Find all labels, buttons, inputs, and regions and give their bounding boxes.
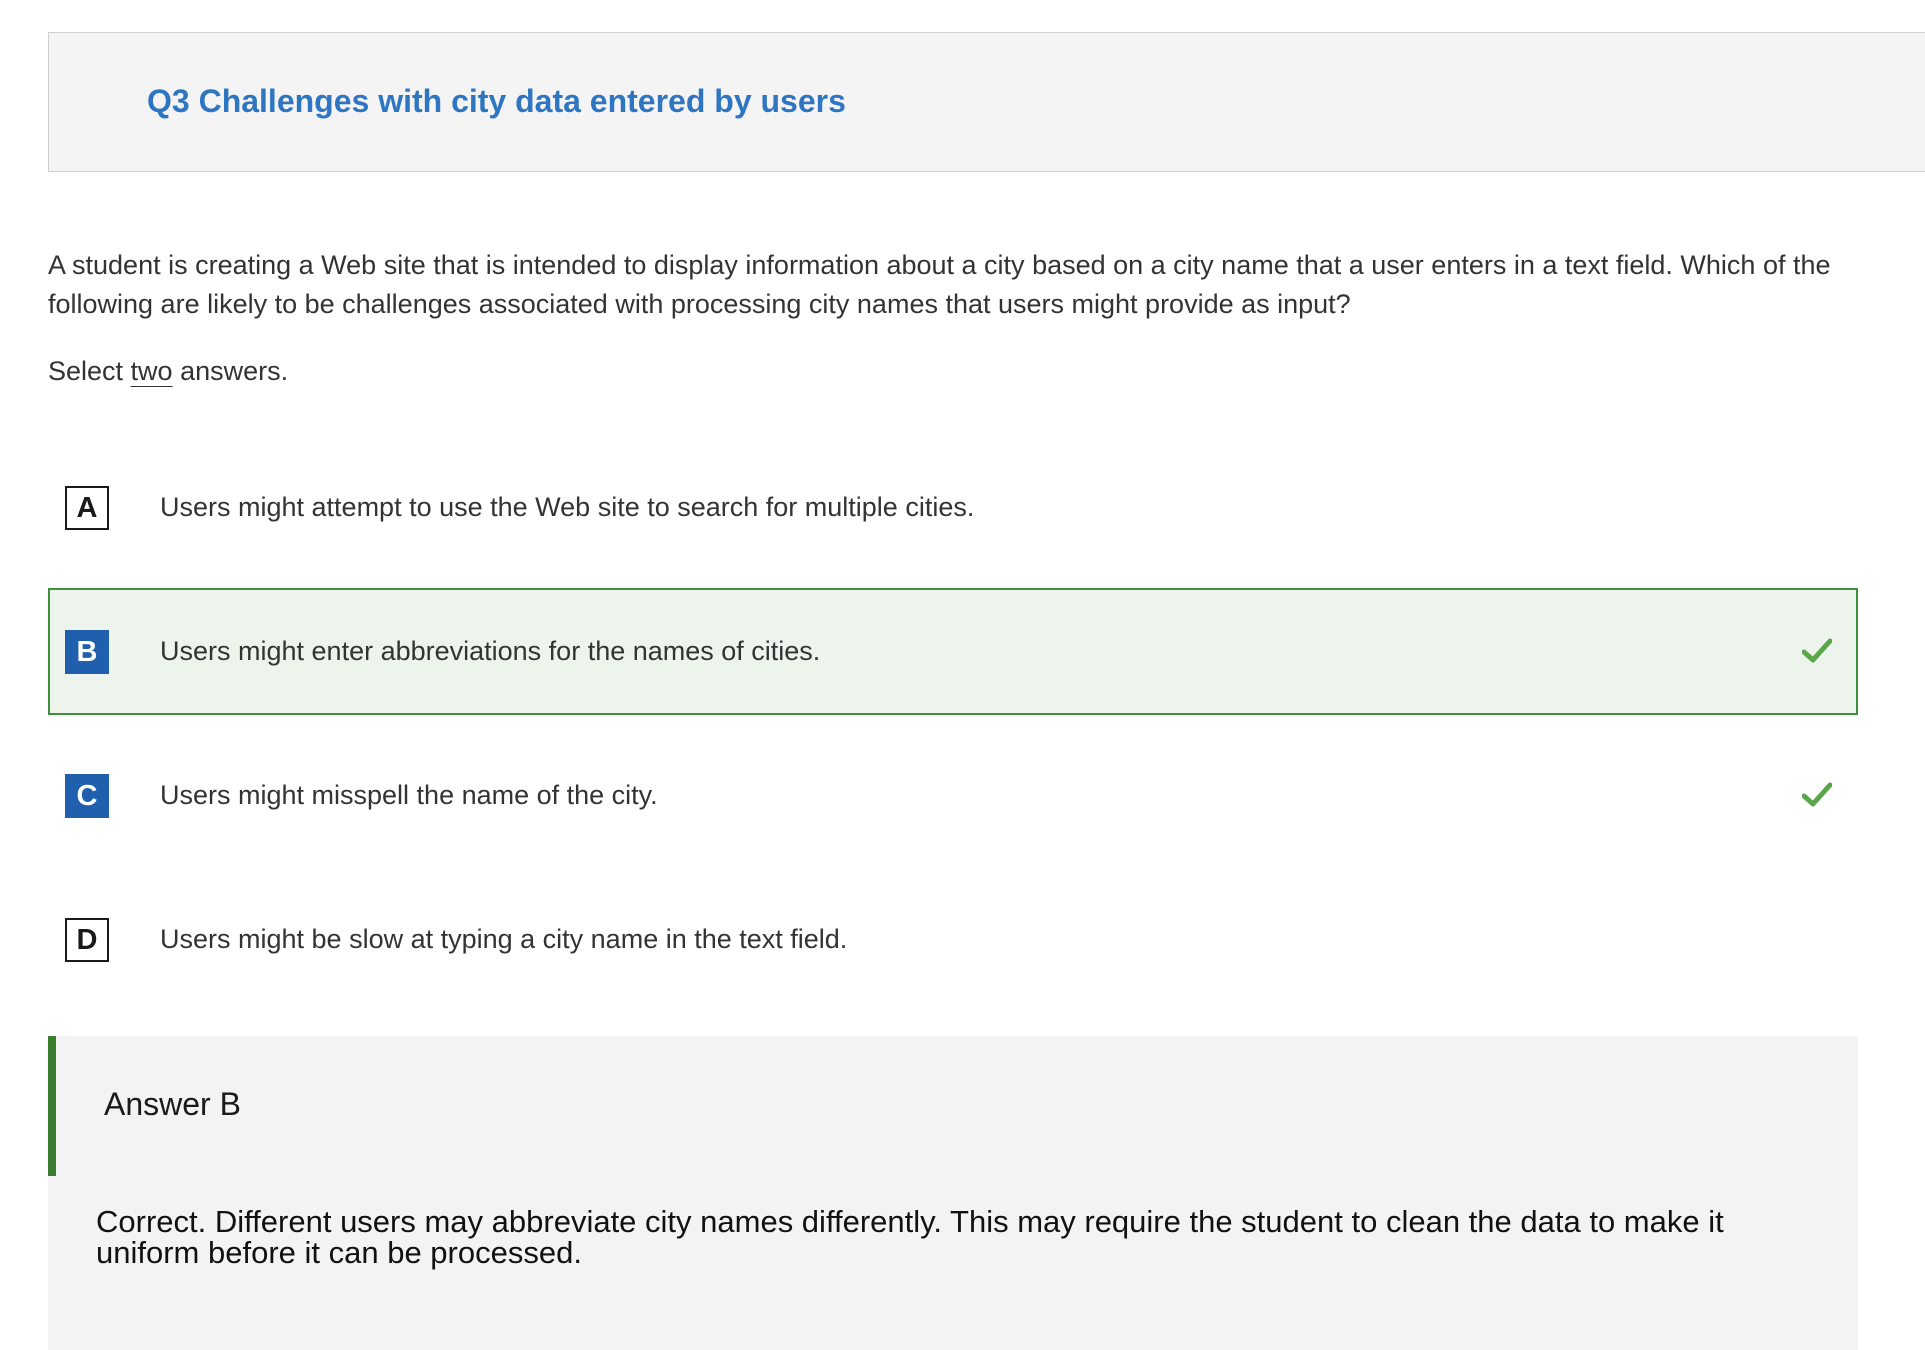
answer-title: Answer B xyxy=(104,1086,241,1122)
question-title: Q3 Challenges with city data entered by … xyxy=(147,83,846,119)
check-icon xyxy=(1802,782,1832,807)
option-letter-a: A xyxy=(65,486,109,530)
instruction-emphasis: two xyxy=(130,356,173,386)
answer-panel: Answer B Correct. Different users may ab… xyxy=(48,1036,1858,1350)
option-b[interactable]: B Users might enter abbreviations for th… xyxy=(48,588,1858,715)
selection-instruction: Select two answers. xyxy=(48,352,288,391)
option-c[interactable]: C Users might misspell the name of the c… xyxy=(48,732,1858,859)
instruction-suffix: answers. xyxy=(172,356,289,386)
option-text-c: Users might misspell the name of the cit… xyxy=(160,780,658,810)
question-header: Q3 Challenges with city data entered by … xyxy=(48,32,1925,172)
option-a[interactable]: A Users might attempt to use the Web sit… xyxy=(48,444,1858,571)
option-letter-c: C xyxy=(65,774,109,818)
option-letter-b: B xyxy=(65,630,109,674)
option-letter-d: D xyxy=(65,918,109,962)
instruction-prefix: Select xyxy=(48,356,131,386)
check-icon xyxy=(1802,638,1832,663)
option-text-d: Users might be slow at typing a city nam… xyxy=(160,924,848,954)
option-d[interactable]: D Users might be slow at typing a city n… xyxy=(48,876,1858,1003)
option-text-a: Users might attempt to use the Web site … xyxy=(160,492,975,522)
question-stem: A student is creating a Web site that is… xyxy=(48,250,1831,319)
option-text-b: Users might enter abbreviations for the … xyxy=(160,636,821,666)
answer-accent-bar xyxy=(48,1036,56,1176)
answer-explanation: Correct. Different users may abbreviate … xyxy=(96,1204,1724,1270)
